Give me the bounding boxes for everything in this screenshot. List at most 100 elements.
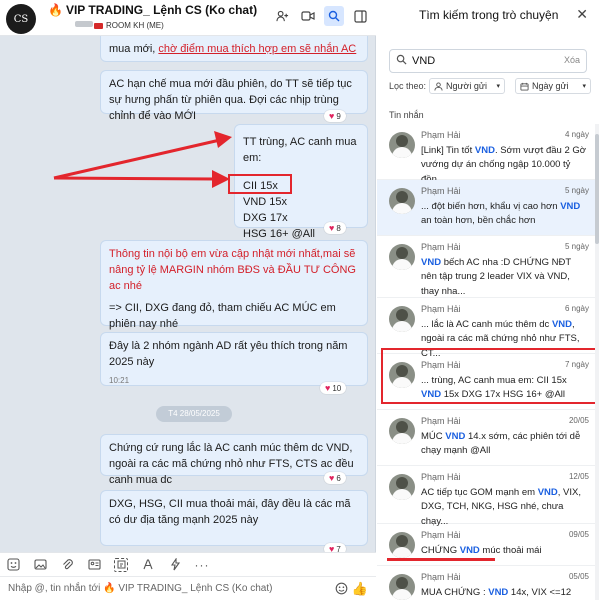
chat-subtitle[interactable]: ROOM KH (ME) <box>94 21 164 30</box>
result-snippet: VND bếch AC nha :D CHỨNG NĐT nên tập tru… <box>421 257 571 297</box>
highlight-box <box>381 348 597 404</box>
message-text: Chứng cứ rung lắc là AC canh múc thêm dc… <box>109 442 354 486</box>
reaction-badge[interactable]: ♥ 6 <box>324 472 346 484</box>
result-date: 20/05 <box>568 416 589 425</box>
result-sender: Phạm Hải <box>421 572 461 582</box>
message-bubble[interactable]: Chứng cứ rung lắc là AC canh múc thêm dc… <box>100 434 368 486</box>
results-section-label: Tin nhắn <box>389 110 424 120</box>
layout-toggle-icon[interactable] <box>350 6 370 26</box>
message-line: VND 15x <box>243 195 288 208</box>
avatar <box>389 306 415 332</box>
message-text: => CII, DXG đang đỏ, tham chiếu AC MÚC e… <box>109 301 336 330</box>
result-date: 09/05 <box>568 530 589 539</box>
group-avatar[interactable]: CS <box>6 4 36 34</box>
sticker-icon[interactable] <box>6 558 20 572</box>
reaction-count: 8 <box>336 223 341 233</box>
result-sender: Phạm Hải <box>421 472 461 482</box>
avatar <box>389 132 415 158</box>
heart-icon: ♥ <box>325 383 331 393</box>
reaction-count: 9 <box>336 111 341 121</box>
message-bubble[interactable]: DXG, HSG, CII mua thoải mái, đây đều là … <box>100 490 368 546</box>
screenshot-icon[interactable] <box>114 557 128 572</box>
heart-icon: ♥ <box>329 473 335 483</box>
message-bubble[interactable]: Thông tin nội bộ em vừa cập nhật mới nhấ… <box>100 240 368 330</box>
result-sender: Phạm Hải <box>421 130 461 140</box>
clear-search-button[interactable]: Xóa <box>564 55 580 65</box>
search-result-item[interactable]: Phạm Hải 5 ngày ... đột biến hơn, khẩu v… <box>377 180 595 236</box>
chat-subtitle-text: ROOM KH (ME) <box>106 21 164 30</box>
result-date: 6 ngày <box>564 304 589 313</box>
results-scrollbar[interactable] <box>595 124 599 600</box>
search-result-item[interactable]: Phạm Hải 20/05 MÚC VND 14.x sớm, các phi… <box>377 410 595 466</box>
message-composer[interactable]: Nhập @, tin nhắn tới 🔥 VIP TRADING_ Lệnh… <box>0 576 376 600</box>
result-sender: Phạm Hải <box>421 242 461 252</box>
scrollbar-thumb[interactable] <box>595 134 599 244</box>
quick-message-icon[interactable] <box>168 558 182 572</box>
add-member-icon[interactable] <box>272 6 292 26</box>
search-icon[interactable] <box>324 6 344 26</box>
message-bubble[interactable]: Đây là 2 nhóm ngành AD rất yêu thích tro… <box>100 332 368 386</box>
result-sender: Phạm Hải <box>421 186 461 196</box>
heart-icon: ♥ <box>329 223 335 233</box>
message-link-text[interactable]: chờ điểm mua thích hợp em sẽ nhắn AC <box>158 43 356 55</box>
chat-header: CS 🔥 VIP TRADING_ Lệnh CS (Ko chat) ROOM … <box>0 0 376 36</box>
annotation-arrow <box>53 131 232 188</box>
result-date: 5 ngày <box>564 242 589 251</box>
reaction-badge[interactable]: ♥ 9 <box>324 110 346 122</box>
result-date: 4 ngày <box>564 130 589 139</box>
result-snippet: AC tiếp tục GOM mạnh em VND, VIX, DXG, T… <box>421 487 581 527</box>
result-sender: Phạm Hải <box>421 530 461 540</box>
avatar <box>389 574 415 600</box>
search-result-item[interactable]: Phạm Hải 05/05 MUA CHỨNG : VND 14x, VIX … <box>377 566 595 600</box>
message-text: Đây là 2 nhóm ngành AD rất yêu thích tro… <box>109 340 348 368</box>
reaction-badge[interactable]: ♥ 8 <box>324 222 346 234</box>
user-icon <box>434 81 443 91</box>
search-input[interactable] <box>412 52 532 70</box>
filter-date-dropdown[interactable]: Ngày gửi ▾ <box>515 78 591 94</box>
emoji-icon[interactable] <box>335 582 348 598</box>
image-icon[interactable] <box>33 558 47 572</box>
composer-toolbar: ··· <box>0 552 376 576</box>
result-sender: Phạm Hải <box>421 416 461 426</box>
text-format-icon[interactable] <box>141 558 155 572</box>
chat-title[interactable]: 🔥 VIP TRADING_ Lệnh CS (Ko chat) <box>48 3 257 17</box>
result-date: 5 ngày <box>564 186 589 195</box>
filter-sender-label: Người gửi <box>446 81 487 91</box>
result-sender: Phạm Hải <box>421 304 461 314</box>
header-actions <box>272 6 370 26</box>
blurred-name <box>75 21 93 27</box>
filter-label: Lọc theo: <box>389 81 427 91</box>
chat-title-text: VIP TRADING_ Lệnh CS (Ko chat) <box>65 3 258 17</box>
avatar <box>389 532 415 558</box>
filter-sender-dropdown[interactable]: Người gửi ▾ <box>429 78 505 94</box>
avatar <box>389 418 415 444</box>
more-icon[interactable]: ··· <box>195 558 209 572</box>
avatar <box>389 188 415 214</box>
thumbs-up-icon[interactable]: 👍 <box>352 581 368 597</box>
avatar <box>389 474 415 500</box>
message-text: DXG, HSG, CII mua thoải mái, đây đều là … <box>109 498 351 526</box>
reaction-badge[interactable]: ♥ 10 <box>320 382 347 394</box>
date-separator: T4 28/05/2025 <box>156 406 232 422</box>
contact-card-icon[interactable] <box>87 558 101 572</box>
message-text: mua mới, <box>109 43 159 55</box>
avatar <box>389 244 415 270</box>
search-result-item[interactable]: Phạm Hải 6 ngày ... lắc là AC canh múc t… <box>377 298 595 359</box>
message-input-placeholder[interactable]: Nhập @, tin nhắn tới 🔥 VIP TRADING_ Lệnh… <box>8 583 272 594</box>
message-bubble[interactable]: mua mới, chờ điểm mua thích hợp em sẽ nh… <box>100 36 368 62</box>
attachment-icon[interactable] <box>60 558 74 572</box>
close-icon[interactable]: ✕ <box>576 6 588 23</box>
result-snippet: ... đột biến hơn, khẩu vị cao hơn VND an… <box>421 201 581 227</box>
result-date: 05/05 <box>568 572 589 581</box>
heart-icon: ♥ <box>329 111 335 121</box>
search-field[interactable]: Xóa <box>389 49 587 73</box>
search-result-item[interactable]: Phạm Hải 12/05 AC tiếp tục GOM mạnh em V… <box>377 466 595 527</box>
message-bubble[interactable]: AC hạn chế mua mới đầu phiên, do TT sẽ t… <box>100 70 368 122</box>
chat-pane: CS 🔥 VIP TRADING_ Lệnh CS (Ko chat) ROOM … <box>0 0 376 600</box>
reaction-count: 6 <box>336 473 341 483</box>
result-date: 12/05 <box>568 472 589 481</box>
search-icon <box>396 54 407 68</box>
search-result-item[interactable]: Phạm Hải 5 ngày VND bếch AC nha :D CHỨNG… <box>377 236 595 298</box>
search-result-item[interactable]: Phạm Hải 4 ngày [Link] Tin tốt VND. Sớm … <box>377 124 595 185</box>
video-call-icon[interactable] <box>298 6 318 26</box>
